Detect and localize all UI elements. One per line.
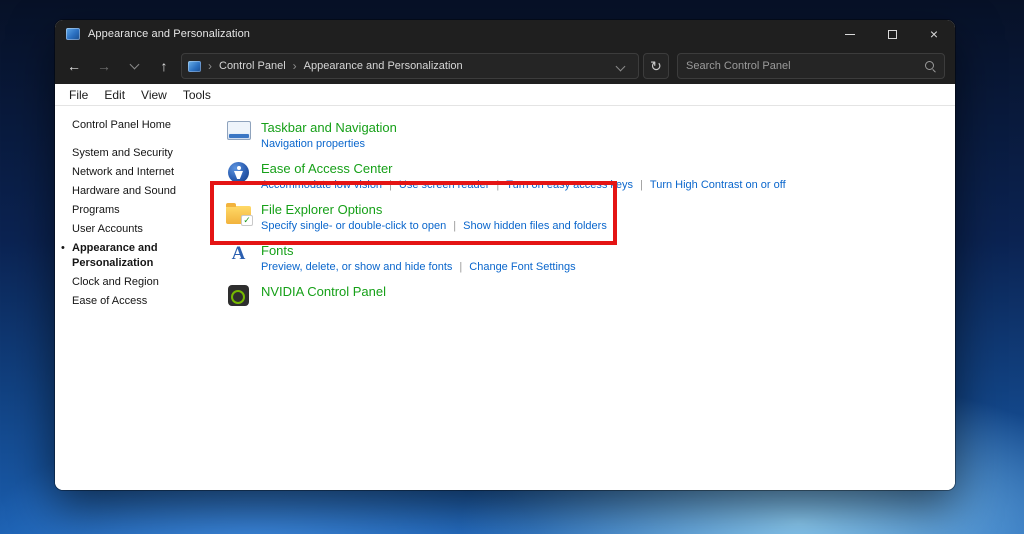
- navigation-toolbar: ← → ↑ › Control Panel › Appearance and P…: [55, 48, 955, 84]
- control-panel-icon: [66, 28, 80, 40]
- menu-file[interactable]: File: [61, 88, 96, 102]
- breadcrumb-separator-icon: ›: [293, 59, 297, 73]
- category-taskbar-and-navigation: Taskbar and Navigation Navigation proper…: [225, 120, 955, 152]
- sidebar-item-label: Appearance and Personalization: [72, 242, 158, 269]
- sidebar-item-clock-and-region[interactable]: Clock and Region: [72, 275, 225, 290]
- chevron-down-icon: [129, 60, 139, 70]
- category-title[interactable]: Ease of Access Center: [261, 161, 786, 177]
- sidebar-item-network-and-internet[interactable]: Network and Internet: [72, 165, 225, 180]
- nvidia-icon: [228, 285, 249, 306]
- forward-button[interactable]: →: [91, 53, 117, 79]
- breadcrumb-current[interactable]: Appearance and Personalization: [304, 60, 463, 72]
- sidebar-item-control-panel-home[interactable]: Control Panel Home: [72, 118, 225, 133]
- task-link[interactable]: Turn High Contrast on or off: [633, 179, 786, 191]
- task-link[interactable]: Specify single- or double-click to open: [261, 220, 446, 232]
- maximize-icon: [888, 30, 897, 39]
- category-list: Taskbar and Navigation Navigation proper…: [225, 106, 955, 490]
- control-panel-window: Appearance and Personalization × ← → ↑ ›…: [55, 20, 955, 490]
- refresh-button[interactable]: ↻: [643, 53, 669, 79]
- task-link[interactable]: Change Font Settings: [452, 261, 575, 273]
- breadcrumb-control-panel[interactable]: Control Panel: [219, 60, 286, 72]
- category-ease-of-access-center: Ease of Access Center Accommodate low vi…: [225, 161, 955, 193]
- search-input[interactable]: [686, 60, 924, 72]
- sidebar-item-appearance-and-personalization[interactable]: • Appearance and Personalization: [72, 241, 184, 271]
- checkmark-icon: ✓: [241, 215, 253, 226]
- title-bar: Appearance and Personalization ×: [55, 20, 955, 48]
- task-link[interactable]: Preview, delete, or show and hide fonts: [261, 261, 452, 273]
- search-box[interactable]: [677, 53, 945, 79]
- sidebar-item-hardware-and-sound[interactable]: Hardware and Sound: [72, 184, 225, 199]
- recent-pages-button[interactable]: [121, 53, 147, 79]
- category-title[interactable]: Taskbar and Navigation: [261, 120, 397, 136]
- minimize-button[interactable]: [829, 20, 871, 48]
- sidebar-item-ease-of-access[interactable]: Ease of Access: [72, 294, 225, 309]
- sidebar-item-programs[interactable]: Programs: [72, 203, 225, 218]
- ease-of-access-icon: [228, 162, 249, 183]
- task-link[interactable]: Show hidden files and folders: [446, 220, 607, 232]
- close-button[interactable]: ×: [913, 20, 955, 48]
- fonts-icon: A: [232, 244, 246, 275]
- active-bullet-icon: •: [61, 241, 65, 256]
- category-nvidia-control-panel: NVIDIA Control Panel: [225, 284, 955, 306]
- folder-options-icon: ✓: [226, 206, 251, 224]
- breadcrumb-separator-icon: ›: [208, 59, 212, 73]
- menu-edit[interactable]: Edit: [96, 88, 133, 102]
- category-file-explorer-options: ✓ File Explorer Options Specify single- …: [225, 202, 955, 234]
- task-link[interactable]: Navigation properties: [261, 138, 365, 150]
- up-button[interactable]: ↑: [151, 53, 177, 79]
- content-area: Control Panel Home System and Security N…: [55, 106, 955, 490]
- window-title: Appearance and Personalization: [88, 28, 250, 40]
- menu-bar: File Edit View Tools: [55, 84, 955, 106]
- category-fonts: A Fonts Preview, delete, or show and hid…: [225, 243, 955, 275]
- menu-tools[interactable]: Tools: [175, 88, 219, 102]
- category-title[interactable]: Fonts: [261, 243, 576, 259]
- minimize-icon: [845, 34, 855, 35]
- address-dropdown-icon[interactable]: [616, 61, 626, 71]
- sidebar-item-user-accounts[interactable]: User Accounts: [72, 222, 225, 237]
- close-icon: ×: [930, 27, 938, 41]
- menu-view[interactable]: View: [133, 88, 175, 102]
- sidebar: Control Panel Home System and Security N…: [55, 106, 225, 490]
- search-icon[interactable]: [924, 60, 936, 72]
- control-panel-icon: [188, 61, 201, 72]
- breadcrumb[interactable]: › Control Panel › Appearance and Persona…: [181, 53, 639, 79]
- back-button[interactable]: ←: [61, 53, 87, 79]
- sidebar-item-system-and-security[interactable]: System and Security: [72, 146, 225, 161]
- category-title[interactable]: NVIDIA Control Panel: [261, 284, 386, 300]
- maximize-button[interactable]: [871, 20, 913, 48]
- task-link[interactable]: Use screen reader: [382, 179, 489, 191]
- task-link[interactable]: Turn on easy access keys: [489, 179, 633, 191]
- category-title[interactable]: File Explorer Options: [261, 202, 607, 218]
- task-link[interactable]: Accommodate low vision: [261, 179, 382, 191]
- taskbar-icon: [227, 121, 251, 140]
